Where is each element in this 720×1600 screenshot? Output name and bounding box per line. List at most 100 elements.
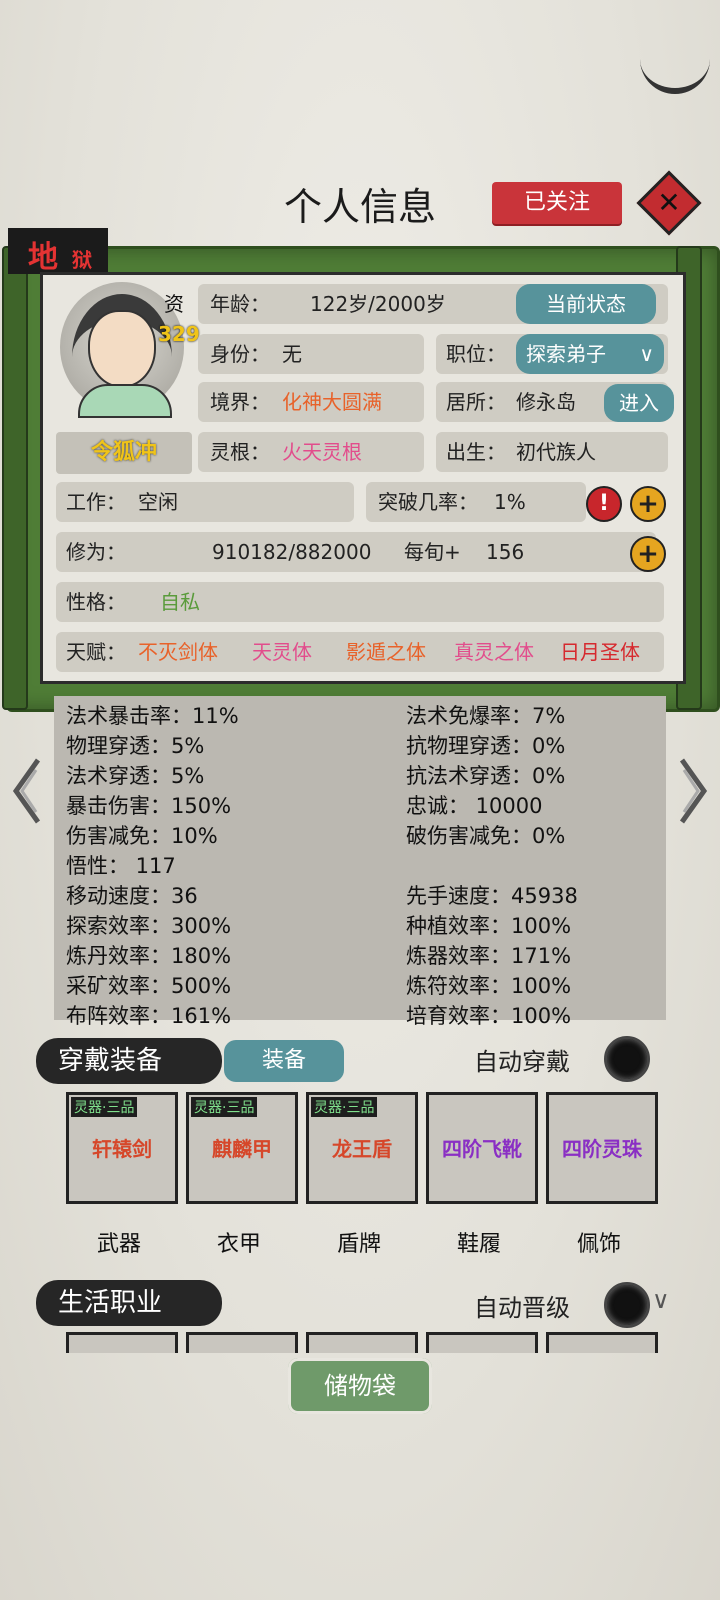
item-name: 四阶灵珠 xyxy=(562,1137,642,1161)
realm-value: 化神大圆满 xyxy=(282,390,382,414)
life-slot[interactable] xyxy=(546,1332,658,1353)
root-row: 灵根： 火天灵根 xyxy=(198,432,424,472)
stat-right: 法术免爆率：7% xyxy=(406,704,566,728)
talent-item: 影遁之体 xyxy=(346,640,426,664)
equipment-section-title: 穿戴装备 xyxy=(36,1038,222,1084)
storage-bag-button[interactable]: 储物袋 xyxy=(288,1358,432,1414)
chevron-down-icon[interactable]: ∨ xyxy=(652,1286,670,1314)
chevron-down-icon: ∨ xyxy=(639,342,654,366)
item-grade: 灵器·三品 xyxy=(311,1097,378,1117)
enter-residence-button[interactable]: 进入 xyxy=(604,384,674,422)
personality-row: 性格： 自私 xyxy=(56,582,664,622)
root-label: 灵根： xyxy=(210,440,270,464)
page-title: 个人信息 xyxy=(283,185,436,229)
stat-left: 法术暴击率：11% xyxy=(66,704,239,728)
prev-arrow-icon[interactable] xyxy=(12,756,42,826)
breakthrough-label: 突破几率： xyxy=(378,490,478,514)
auto-equip-toggle[interactable] xyxy=(604,1036,650,1082)
age-label: 年龄： xyxy=(210,292,270,316)
slot-label: 武器 xyxy=(96,1232,141,1257)
difficulty-badge: 地 狱 xyxy=(8,228,108,275)
realm-label: 境界： xyxy=(210,390,270,414)
item-name: 龙王盾 xyxy=(332,1137,392,1161)
add-breakthrough-icon[interactable]: + xyxy=(630,486,666,522)
equipment-slot-weapon[interactable]: 灵器·三品 轩辕剑 xyxy=(66,1092,178,1204)
equipment-slot-armor[interactable]: 灵器·三品 麒麟甲 xyxy=(186,1092,298,1204)
cultivation-label: 修为： xyxy=(66,540,126,564)
equipment-slot-shield[interactable]: 灵器·三品 龙王盾 xyxy=(306,1092,418,1204)
stat-right: 培育效率：100% xyxy=(406,1004,572,1028)
breakthrough-value: 1% xyxy=(494,490,526,514)
avatar-face xyxy=(88,310,156,388)
equipment-slot-accessory[interactable]: 四阶灵珠 xyxy=(546,1092,658,1204)
identity-value: 无 xyxy=(282,342,302,366)
close-icon: ✕ xyxy=(657,186,681,219)
stat-left: 法术穿透：5% xyxy=(66,764,205,788)
stat-left: 炼丹效率：180% xyxy=(66,944,232,968)
stat-right: 炼符效率：100% xyxy=(406,974,572,998)
per-turn-label: 每旬+ xyxy=(404,540,461,564)
stat-right: 抗法术穿透：0% xyxy=(406,764,566,788)
current-status-button[interactable]: 当前状态 xyxy=(516,284,656,324)
life-slot[interactable] xyxy=(426,1332,538,1353)
residence-value: 修永岛 xyxy=(516,390,576,414)
work-label: 工作： xyxy=(66,490,126,514)
add-cultivation-icon[interactable]: + xyxy=(630,536,666,572)
personality-label: 性格： xyxy=(66,590,126,614)
stat-left: 悟性： 117 xyxy=(66,854,176,878)
life-slot[interactable] xyxy=(186,1332,298,1353)
stat-right: 破伤害减免：0% xyxy=(406,824,566,848)
talent-item: 真灵之体 xyxy=(454,640,534,664)
birth-row: 出生： 初代族人 xyxy=(436,432,668,472)
talent-item: 日月圣体 xyxy=(560,640,640,664)
stat-right: 种植效率：100% xyxy=(406,914,572,938)
life-slot[interactable] xyxy=(66,1332,178,1353)
item-name: 轩辕剑 xyxy=(92,1137,152,1161)
equip-button[interactable]: 装备 xyxy=(224,1040,344,1082)
talent-item: 天灵体 xyxy=(252,640,312,664)
work-row: 工作： 空闲 xyxy=(56,482,354,522)
talent-label: 天赋： xyxy=(66,640,126,664)
life-slot[interactable] xyxy=(306,1332,418,1353)
breakthrough-row: 突破几率： 1% xyxy=(366,482,586,522)
talent-row: 天赋： 不灭剑体 天灵体 影遁之体 真灵之体 日月圣体 xyxy=(56,632,664,672)
position-select[interactable]: 探索弟子 ∨ xyxy=(516,334,664,374)
position-label: 职位： xyxy=(446,342,506,366)
follow-button[interactable]: 已关注 xyxy=(492,182,622,224)
aptitude-value: 329 xyxy=(158,322,200,346)
position-value: 探索弟子 xyxy=(526,342,606,366)
birth-value: 初代族人 xyxy=(516,440,596,464)
equipment-slot-boots[interactable]: 四阶飞靴 xyxy=(426,1092,538,1204)
work-value: 空闲 xyxy=(138,490,178,514)
slot-label: 佩饰 xyxy=(576,1232,621,1257)
auto-upgrade-toggle[interactable] xyxy=(604,1282,650,1328)
stat-right: 先手速度：45938 xyxy=(406,884,578,908)
stat-left: 伤害减免：10% xyxy=(66,824,218,848)
auto-equip-label: 自动穿戴 xyxy=(474,1048,570,1076)
auto-upgrade-label: 自动晋级 xyxy=(474,1294,570,1322)
item-grade: 灵器·三品 xyxy=(191,1097,258,1117)
identity-label: 身份： xyxy=(210,342,270,366)
stat-left: 移动速度：36 xyxy=(66,884,198,908)
age-value: 122岁/2000岁 xyxy=(310,292,446,316)
talent-item: 不灭剑体 xyxy=(138,640,218,664)
personality-value: 自私 xyxy=(160,590,200,614)
next-arrow-icon[interactable] xyxy=(678,756,708,826)
cultivation-row: 修为： 910182/882000 每旬+ 156 xyxy=(56,532,656,572)
aptitude-label: 资 xyxy=(164,292,184,316)
cultivation-value: 910182/882000 xyxy=(212,540,372,564)
stat-left: 采矿效率：500% xyxy=(66,974,232,998)
stat-right: 忠诚： 10000 xyxy=(406,794,543,818)
slot-label: 盾牌 xyxy=(336,1232,381,1257)
scroll-rod-left xyxy=(2,246,28,710)
item-name: 麒麟甲 xyxy=(212,1137,272,1161)
root-value: 火天灵根 xyxy=(282,440,362,464)
slot-label: 鞋履 xyxy=(456,1232,501,1257)
stat-right: 炼器效率：171% xyxy=(406,944,572,968)
character-name: 令狐冲 xyxy=(56,432,192,474)
birth-label: 出生： xyxy=(446,440,506,464)
alert-icon[interactable]: ! xyxy=(586,486,622,522)
realm-row: 境界： 化神大圆满 xyxy=(198,382,424,422)
identity-row: 身份： 无 xyxy=(198,334,424,374)
item-name: 四阶飞靴 xyxy=(442,1137,522,1161)
